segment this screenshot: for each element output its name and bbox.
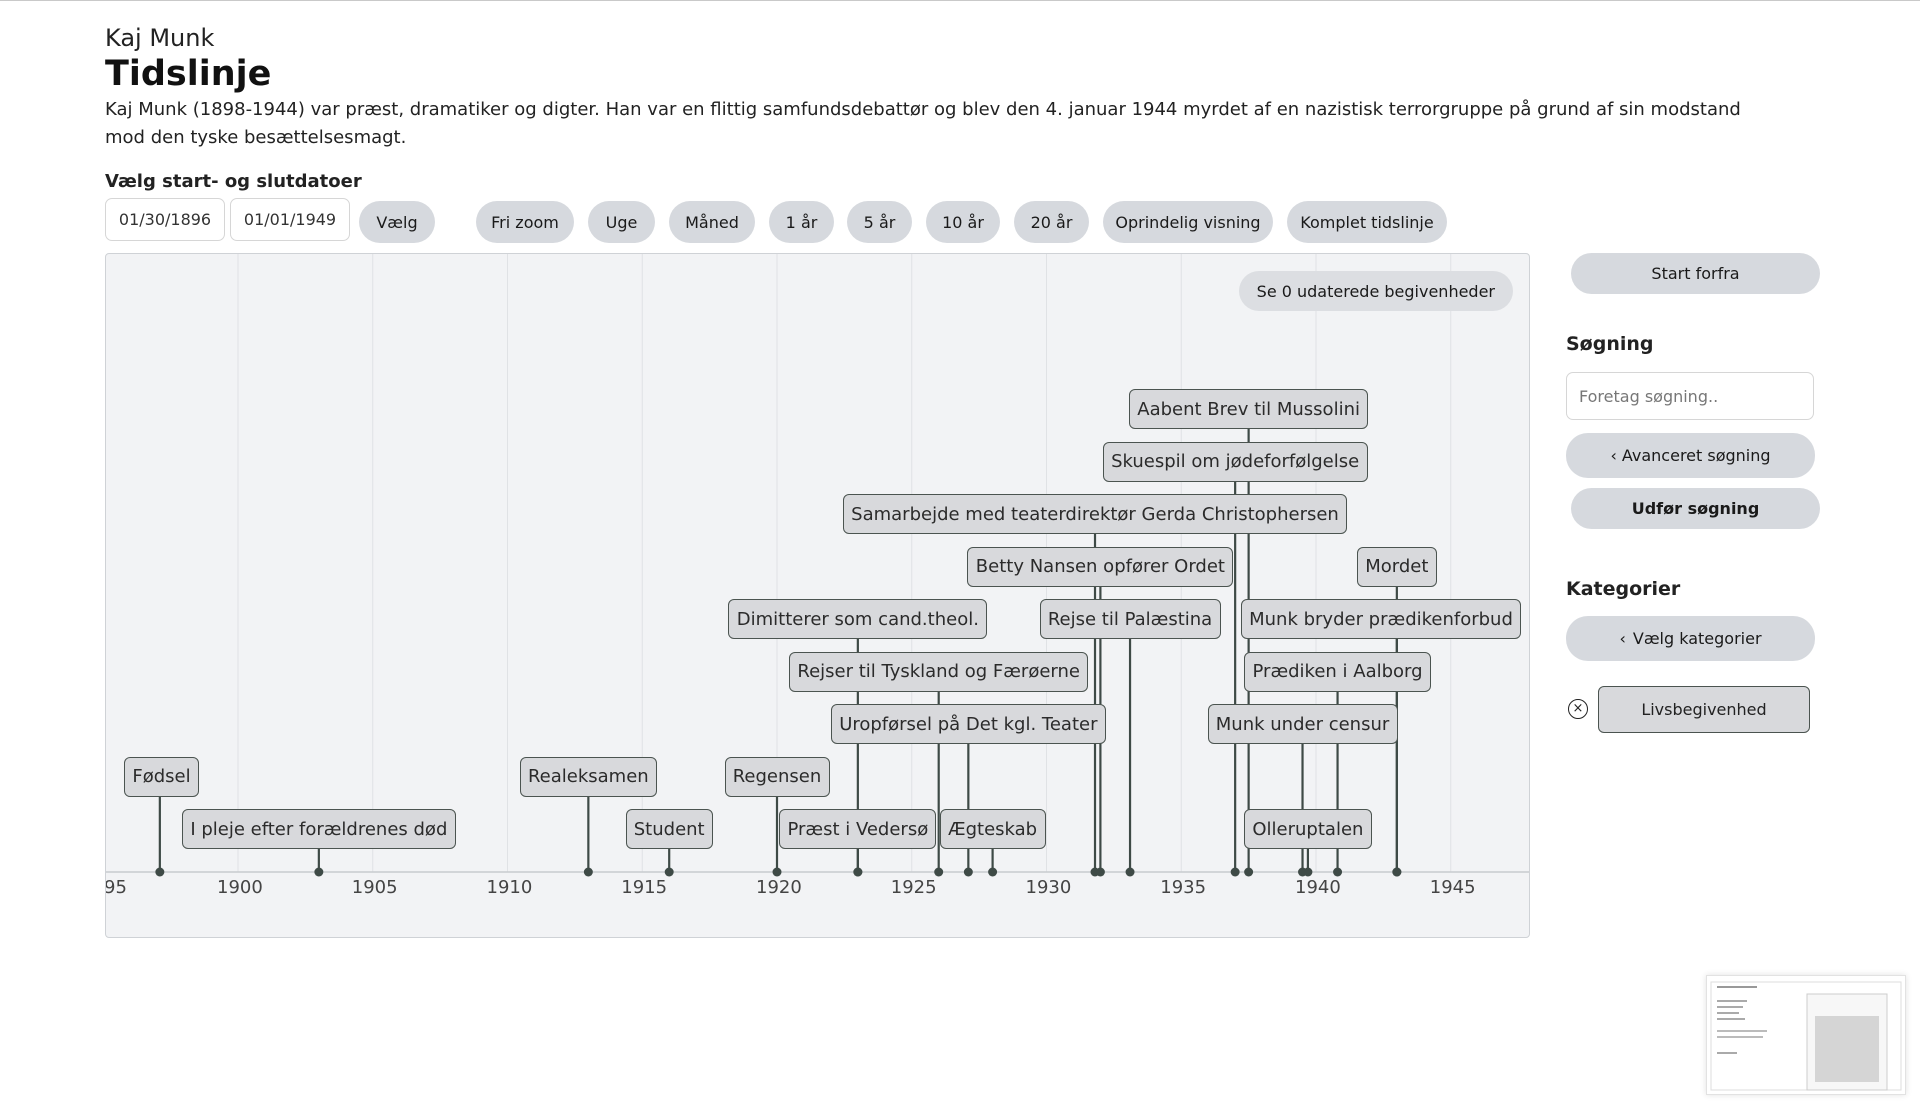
zoom-20-years-button[interactable]: 20 år: [1014, 201, 1089, 243]
categories-heading: Kategorier: [1566, 578, 1681, 600]
event-dot[interactable]: [314, 867, 324, 877]
undated-events-button[interactable]: Se 0 udaterede begivenheder: [1238, 271, 1513, 311]
timeline-event[interactable]: Samarbejde med teaterdirektør Gerda Chri…: [843, 494, 1347, 534]
search-heading: Søgning: [1566, 333, 1654, 355]
event-dot[interactable]: [963, 867, 973, 877]
original-view-button[interactable]: Oprindelig visning: [1103, 201, 1273, 243]
axis-tick-label: 1920: [756, 877, 802, 898]
axis-tick-label: 1900: [217, 877, 263, 898]
event-dot[interactable]: [1125, 867, 1135, 877]
axis-tick-label: 1925: [890, 877, 937, 898]
page-title: Tidslinje: [105, 54, 272, 94]
timeline-event[interactable]: Rejser til Tyskland og Færøerne: [789, 651, 1089, 692]
event-dot[interactable]: [853, 867, 863, 877]
start-date-input[interactable]: [105, 198, 225, 241]
axis-tick-label: 1905: [351, 877, 398, 898]
timeline-event[interactable]: Student: [625, 809, 713, 849]
timeline-event[interactable]: Regensen: [724, 756, 830, 797]
event-dot[interactable]: [155, 867, 165, 877]
axis-tick-label: 1935: [1160, 877, 1207, 898]
timeline-event[interactable]: Prædiken i Aalborg: [1244, 651, 1432, 692]
zoom-5-years-button[interactable]: 5 år: [847, 201, 912, 243]
timeline-event[interactable]: Præst i Vedersø: [779, 809, 937, 849]
search-input[interactable]: [1566, 372, 1814, 420]
event-dot[interactable]: [1333, 867, 1343, 877]
timeline-event[interactable]: Munk bryder prædikenforbud: [1241, 599, 1521, 639]
timeline-event[interactable]: Rejse til Palæstina: [1039, 599, 1221, 639]
timeline-event[interactable]: Fødsel: [124, 756, 199, 797]
axis-tick-label: 1910: [486, 877, 533, 898]
event-dot[interactable]: [664, 867, 674, 877]
choose-categories-button[interactable]: ‹ Vælg kategorier: [1566, 616, 1815, 661]
axis-tick-label: 1945: [1429, 877, 1476, 898]
page-subtitle: Kaj Munk: [105, 24, 215, 52]
event-dot[interactable]: [1303, 867, 1313, 877]
thumbnail-preview: [1710, 981, 1902, 1091]
timeline-event[interactable]: Ægteskab: [939, 809, 1046, 849]
close-icon[interactable]: ×: [1568, 699, 1588, 719]
timeline-event[interactable]: Olleruptalen: [1243, 809, 1372, 849]
select-dates-button[interactable]: Vælg: [359, 201, 435, 243]
event-dot[interactable]: [772, 867, 782, 877]
event-dot[interactable]: [1244, 867, 1254, 877]
date-range-label: Vælg start- og slutdatoer: [105, 171, 362, 192]
zoom-1-year-button[interactable]: 1 år: [769, 201, 834, 243]
zoom-month-button[interactable]: Måned: [669, 201, 755, 243]
page-thumbnail[interactable]: [1706, 975, 1906, 1095]
axis-tick-label: 1930: [1025, 877, 1072, 898]
event-dot[interactable]: [583, 867, 593, 877]
event-dot[interactable]: [1392, 867, 1402, 877]
timeline-event[interactable]: Realeksamen: [519, 756, 657, 797]
zoom-week-button[interactable]: Uge: [588, 201, 655, 243]
timeline-chart[interactable]: Se 0 udaterede begivenheder 95 1900 1905 19…: [105, 253, 1530, 938]
timeline-event[interactable]: Munk under censur: [1207, 704, 1398, 744]
timeline-event[interactable]: Skuespil om jødeforfølgelse: [1102, 441, 1368, 482]
event-dot[interactable]: [1230, 867, 1240, 877]
top-border: [0, 0, 1920, 1]
timeline-event[interactable]: Betty Nansen opfører Ordet: [967, 546, 1234, 587]
chevron-left-icon: ‹: [1619, 629, 1626, 648]
zoom-10-years-button[interactable]: 10 år: [926, 201, 1000, 243]
timeline-event[interactable]: Dimitterer som cand.theol.: [728, 599, 988, 639]
restart-button[interactable]: Start forfra: [1571, 253, 1820, 294]
category-life-event[interactable]: Livsbegivenhed: [1598, 686, 1810, 733]
complete-timeline-button[interactable]: Komplet tidslinje: [1287, 201, 1447, 243]
timeline-event[interactable]: Uropførsel på Det kgl. Teater: [830, 704, 1106, 744]
end-date-input[interactable]: [230, 198, 350, 241]
event-dot[interactable]: [1095, 867, 1105, 877]
chevron-left-icon: ‹: [1610, 446, 1617, 465]
axis-tick-label: 1915: [621, 877, 668, 898]
execute-search-button[interactable]: Udfør søgning: [1571, 488, 1820, 529]
timeline-event[interactable]: Mordet: [1356, 546, 1437, 587]
page-description: Kaj Munk (1898-1944) var præst, dramatik…: [105, 99, 1741, 148]
axis-tick-label: 95: [105, 877, 127, 898]
advanced-search-button[interactable]: ‹ Avanceret søgning: [1566, 433, 1815, 478]
zoom-free-button[interactable]: Fri zoom: [476, 201, 574, 243]
axis-tick-label: 1940: [1295, 877, 1341, 898]
timeline-event[interactable]: Aabent Brev til Mussolini: [1129, 389, 1369, 429]
event-dot[interactable]: [934, 867, 944, 877]
event-dot[interactable]: [988, 867, 998, 877]
timeline-event[interactable]: I pleje efter forældrenes død: [181, 809, 456, 849]
choose-categories-label: Vælg kategorier: [1632, 629, 1762, 648]
advanced-search-label: Avanceret søgning: [1621, 446, 1771, 465]
